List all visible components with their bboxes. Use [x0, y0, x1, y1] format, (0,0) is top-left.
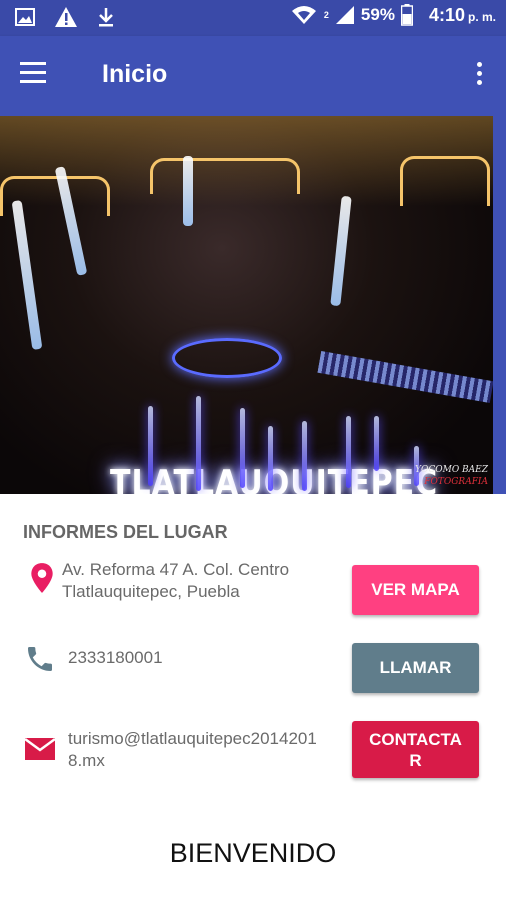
view-map-button[interactable]: VER MAPA [352, 565, 479, 615]
hero-fountain-jet [302, 421, 307, 491]
contact-button[interactable]: CONTACTA R [352, 721, 479, 778]
hero-fountain-jet [374, 416, 379, 471]
hero-palm-light [183, 156, 193, 226]
address-text: Av. Reforma 47 A. Col. Centro Tlatlauqui… [62, 559, 289, 603]
call-button[interactable]: LLAMAR [352, 643, 479, 693]
more-vert-icon[interactable] [476, 62, 484, 90]
clock: 4:10 p. m. [429, 5, 496, 26]
notification-icons [14, 6, 116, 28]
section-title: INFORMES DEL LUGAR [23, 522, 228, 542]
battery-percent: 59% [360, 5, 395, 24]
welcome-text: BIENVENIDO [169, 838, 337, 868]
phone-text: 2333180001 [68, 648, 163, 667]
location-pin-icon [31, 563, 53, 593]
phone-icon [28, 647, 52, 671]
image-icon [15, 8, 35, 26]
hero-palm-light [330, 195, 352, 307]
scroll-indicator [493, 116, 506, 494]
contact-label-line2: R [409, 750, 422, 770]
page-title: Inicio [102, 60, 168, 88]
status-bar: 2 59% 4:10 p. m. [0, 0, 506, 36]
warning-icon [55, 7, 77, 27]
menu-icon[interactable] [20, 62, 50, 88]
wifi-icon [291, 6, 316, 24]
hero-fountain-jet [268, 426, 273, 491]
email-line2: 8.mx [68, 751, 105, 770]
hero-fountain-jet [346, 416, 351, 488]
hero-town-sign: TLATLAUQUITEPEC [110, 463, 439, 494]
hero-arch [150, 158, 300, 194]
signal-icon [335, 6, 354, 24]
hero-fountain-jet [240, 408, 245, 488]
photo-watermark: YOCOMO BAEZ FOTOGRAFIA [415, 464, 488, 488]
contact-label-line1: CONTACTA [369, 729, 462, 749]
battery-icon [400, 4, 413, 26]
email-text: turismo@tlatlauquitepec2014201 8.mx [68, 728, 317, 772]
download-icon [99, 8, 113, 27]
hero-palm-light [11, 200, 43, 350]
hero-arch [400, 156, 490, 206]
sim-label: 2 [323, 10, 329, 20]
system-icons: 2 59% 4:10 p. m. [290, 4, 496, 26]
clock-time: 4:10 [428, 4, 465, 25]
app-bar: Inicio [0, 36, 506, 116]
clock-ampm: p. m. [467, 9, 496, 24]
hero-light-row [317, 350, 493, 404]
hero-plaza-circle [172, 338, 282, 378]
hero-fountain-jet [196, 396, 201, 491]
watermark-line2: FOTOGRAFIA [424, 477, 488, 487]
watermark-line1: YOCOMO BAEZ [415, 465, 488, 475]
hero-photo: TLATLAUQUITEPEC [0, 116, 493, 494]
email-line1: turismo@tlatlauquitepec2014201 [68, 729, 317, 748]
address-line2: Tlatlauquitepec, Puebla [62, 582, 240, 601]
hero-fountain-jet [148, 406, 153, 486]
email-icon [24, 737, 56, 760]
address-line1: Av. Reforma 47 A. Col. Centro [62, 560, 290, 579]
